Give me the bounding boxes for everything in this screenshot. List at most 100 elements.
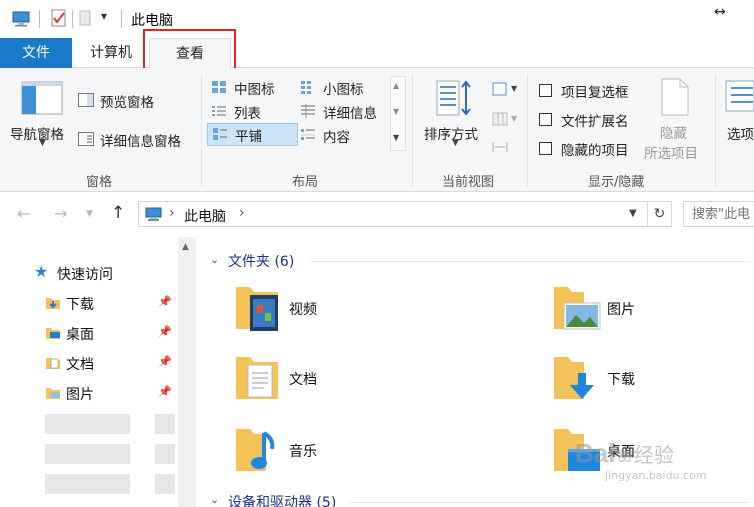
scroll-up-icon[interactable]: ▲ xyxy=(182,242,189,252)
folder-label: 文档 xyxy=(289,372,317,388)
properties-icon[interactable] xyxy=(50,9,68,27)
address-separator-icon[interactable]: › xyxy=(169,205,175,221)
forward-arrow-icon[interactable]: → xyxy=(54,204,67,223)
file-extensions-checkbox[interactable] xyxy=(539,113,552,126)
folders-collapse-icon[interactable]: ⌄ xyxy=(210,253,219,266)
preview-pane-button[interactable]: 预览窗格 xyxy=(100,91,154,111)
navigation-pane: ★ 快速访问 下载 📌 桌面 📌 文档 📌 图片 📌 ▲ xyxy=(0,237,197,507)
size-columns-icon[interactable] xyxy=(492,140,508,154)
item-checkboxes-checkbox[interactable] xyxy=(539,84,552,97)
nav-quick-access-label: 快速访问 xyxy=(57,267,113,283)
sidebar-item-desktop[interactable]: 桌面 📌 xyxy=(0,320,176,346)
folder-label: 视频 xyxy=(289,302,317,318)
redacted-nav-item xyxy=(45,414,130,434)
details-pane-button[interactable]: 详细信息窗格 xyxy=(100,130,181,150)
group-by-dropdown-icon[interactable]: ▼ xyxy=(511,84,517,93)
address-location[interactable]: 此电脑 xyxy=(184,206,226,226)
new-folder-icon[interactable] xyxy=(78,9,92,27)
nav-pane-scrollbar[interactable]: ▲ xyxy=(178,237,196,507)
drives-collapse-icon[interactable]: ⌄ xyxy=(210,493,219,506)
recent-locations-icon[interactable]: ▼ xyxy=(86,209,93,219)
redacted-nav-item xyxy=(45,474,130,494)
star-icon: ★ xyxy=(34,262,49,281)
pin-icon[interactable]: 📌 xyxy=(158,355,172,368)
sidebar-item-pictures[interactable]: 图片 📌 xyxy=(0,380,176,406)
sidebar-item-documents[interactable]: 文档 📌 xyxy=(0,350,176,376)
watermark-brand2: 经验 xyxy=(633,443,674,467)
options-button[interactable]: 选项 xyxy=(727,123,754,143)
details-pane-icon[interactable] xyxy=(78,132,94,146)
layout-medium-icons-label: 中图标 xyxy=(234,82,275,98)
sort-by-icon[interactable] xyxy=(436,79,474,117)
options-icon[interactable] xyxy=(725,80,754,112)
watermark-brand: Bai xyxy=(575,438,616,468)
folders-section-header[interactable]: 文件夹 (6) xyxy=(228,251,294,271)
navigation-pane-icon[interactable] xyxy=(21,81,63,115)
folder-item-documents[interactable]: 文档 xyxy=(234,351,434,411)
layout-gallery: 中图标 小图标 列表 详细信息 平铺 内容 xyxy=(206,76,390,151)
folder-label: 图片 xyxy=(607,302,635,318)
ribbon-divider xyxy=(412,74,413,186)
gallery-expand-icon[interactable]: ▼ xyxy=(393,133,399,142)
layout-small-icons[interactable]: 小图标 xyxy=(298,76,390,99)
folder-item-downloads[interactable]: 下载 xyxy=(552,351,752,411)
download-folder-icon xyxy=(46,298,60,309)
layout-gallery-scroll[interactable]: ▲ ▼ ▼ xyxy=(390,76,406,151)
refresh-button[interactable]: ↻ xyxy=(648,201,672,227)
title-separator xyxy=(121,10,122,28)
sidebar-item-label: 下载 xyxy=(66,297,94,313)
layout-details[interactable]: 详细信息 xyxy=(298,100,390,123)
sidebar-item-label: 文档 xyxy=(66,357,94,373)
layout-list[interactable]: 列表 xyxy=(206,100,298,123)
layout-medium-icons[interactable]: 中图标 xyxy=(206,76,298,99)
medium-icons-icon xyxy=(212,81,226,93)
pin-icon[interactable]: 📌 xyxy=(158,385,172,398)
title-bar: ▾ 此电脑 ↔ xyxy=(0,0,754,38)
folder-item-pictures[interactable]: 图片 xyxy=(552,281,752,341)
tab-computer[interactable]: 计算机 xyxy=(78,38,144,68)
sidebar-item-label: 图片 xyxy=(66,387,94,403)
hide-selected-line1[interactable]: 隐藏 xyxy=(660,122,687,142)
qat-separator xyxy=(39,10,40,28)
add-columns-dropdown-icon[interactable]: ▼ xyxy=(511,114,517,123)
details-view-icon xyxy=(301,104,315,118)
nav-pane-dropdown-icon[interactable]: ▼ xyxy=(39,138,46,148)
nav-pane-button[interactable]: 导航窗格 xyxy=(10,123,64,143)
group-label-layout: 布局 xyxy=(292,175,319,190)
watermark-url: jingyan.baidu.com xyxy=(605,469,707,482)
add-columns-icon[interactable] xyxy=(492,112,508,126)
hide-selected-line2[interactable]: 所选项目 xyxy=(644,142,698,162)
folder-item-music[interactable]: 音乐 xyxy=(234,423,434,483)
drives-section-header[interactable]: 设备和驱动器 (5) xyxy=(228,492,336,507)
address-dropdown-icon[interactable]: ▼ xyxy=(629,208,637,219)
hidden-items-checkbox[interactable] xyxy=(539,142,552,155)
preview-pane-icon[interactable] xyxy=(78,93,94,107)
music-folder-icon xyxy=(236,429,275,471)
sort-by-dropdown-icon[interactable]: ▼ xyxy=(452,138,459,148)
gallery-scroll-down-icon[interactable]: ▼ xyxy=(393,107,399,116)
sort-by-button[interactable]: 排序方式 xyxy=(424,123,478,143)
documents-folder-icon xyxy=(236,357,278,399)
tab-file[interactable]: 文件 xyxy=(0,38,72,68)
pin-icon[interactable]: 📌 xyxy=(158,325,172,338)
folder-item-videos[interactable]: 视频 xyxy=(234,281,434,341)
layout-content[interactable]: 内容 xyxy=(298,124,390,147)
search-box[interactable] xyxy=(683,201,754,227)
group-by-icon[interactable] xyxy=(492,82,508,96)
videos-folder-icon xyxy=(236,287,278,331)
hide-selected-items-icon[interactable] xyxy=(660,78,690,116)
baidu-watermark: Bai❀经验 jingyan.baidu.com xyxy=(575,438,707,482)
file-extensions-label: 文件扩展名 xyxy=(561,114,629,130)
nav-quick-access[interactable]: ★ 快速访问 xyxy=(0,260,176,286)
address-separator-icon[interactable]: › xyxy=(239,205,245,221)
back-arrow-icon[interactable]: ← xyxy=(17,204,30,223)
pin-icon[interactable]: 📌 xyxy=(158,295,172,308)
address-bar[interactable]: › 此电脑 › ▼ xyxy=(138,201,648,227)
search-input[interactable] xyxy=(692,203,754,225)
sidebar-item-downloads[interactable]: 下载 📌 xyxy=(0,290,176,316)
up-arrow-icon[interactable]: ↑ xyxy=(111,203,125,223)
gallery-scroll-up-icon[interactable]: ▲ xyxy=(393,81,399,90)
qat-dropdown-icon[interactable]: ▾ xyxy=(101,9,107,23)
layout-tiles[interactable]: 平铺 xyxy=(207,123,298,146)
paw-icon: ❀ xyxy=(615,443,634,468)
